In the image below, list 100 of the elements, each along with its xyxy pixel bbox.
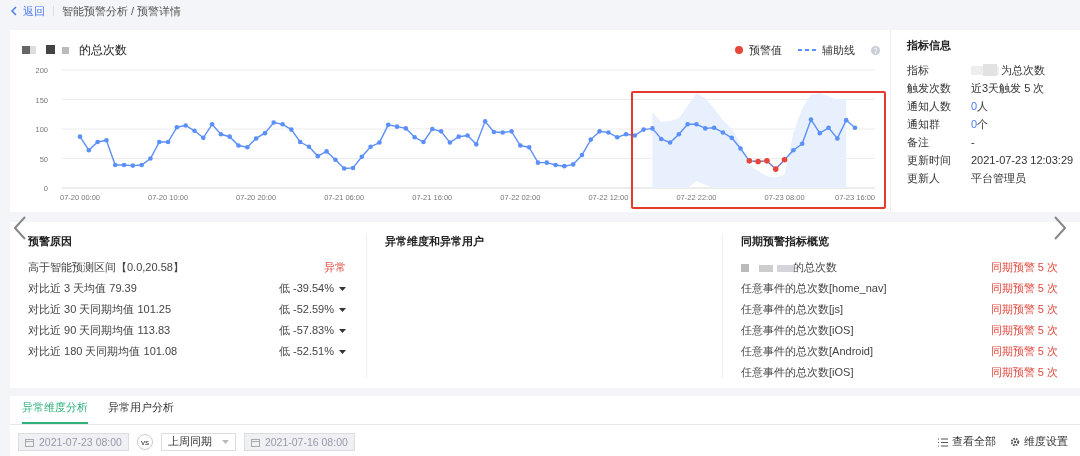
chevron-right-icon[interactable] — [1054, 216, 1066, 240]
data-point — [192, 128, 197, 134]
data-point — [791, 147, 796, 153]
legend-label: 预警值 — [749, 42, 782, 58]
data-point — [632, 133, 638, 138]
data-point — [341, 166, 347, 171]
data-point — [324, 149, 329, 154]
info-value: 平台管理员 — [971, 170, 1026, 186]
data-point — [306, 144, 312, 149]
data-point — [77, 134, 83, 139]
breadcrumb: 智能预警分析 / 预警详情 — [62, 3, 182, 19]
data-point — [368, 144, 373, 149]
data-point — [350, 165, 356, 171]
info-value: 2021-07-23 12:03:29 — [971, 154, 1074, 166]
data-point — [236, 143, 241, 148]
data-point — [685, 122, 690, 127]
metric-name: 任意事件的总次数[iOS] — [741, 323, 854, 338]
warning-count: 同期预警 5 次 — [990, 281, 1058, 296]
data-point — [535, 160, 541, 165]
data-point — [835, 136, 840, 141]
warning-count: 同期预警 5 次 — [990, 344, 1058, 359]
warning-point — [781, 156, 788, 163]
alert-status: 异常 — [324, 260, 346, 275]
caret-down-icon — [339, 307, 346, 312]
section-title: 同期预警指标概览 — [741, 234, 830, 249]
data-point — [165, 139, 171, 145]
data-point — [729, 135, 734, 141]
tab[interactable]: 异常维度分析 — [22, 400, 88, 424]
data-point — [500, 130, 506, 135]
data-point — [799, 141, 805, 147]
data-point — [650, 126, 655, 131]
data-point — [130, 163, 136, 168]
data-point — [738, 146, 743, 151]
calendar-icon — [25, 437, 34, 447]
change-value: 低 -52.59% — [278, 302, 334, 317]
metric-name: 任意事件的总次数[iOS] — [741, 365, 854, 380]
warning-point — [755, 158, 761, 165]
gear-icon — [1010, 437, 1020, 447]
data-point — [526, 145, 532, 150]
data-point — [843, 117, 849, 123]
data-point — [553, 162, 558, 168]
back-link[interactable]: 返回 — [10, 3, 45, 19]
data-point — [623, 132, 629, 137]
data-point — [174, 124, 180, 130]
data-point — [509, 129, 514, 134]
metric-name: 任意事件的总次数[Android] — [741, 344, 874, 359]
warning-count: 同期预警 5 次 — [990, 365, 1058, 380]
data-point — [209, 122, 215, 127]
data-point — [852, 125, 858, 131]
unit-text: 个 — [977, 116, 989, 132]
info-label: 更新时间 — [907, 152, 952, 168]
change-value: 低 -52.51% — [278, 344, 334, 359]
info-value: - — [971, 136, 975, 148]
data-point — [148, 156, 153, 161]
toolbar-link[interactable]: 查看全部 — [938, 435, 996, 449]
metric-name: 的总次数 — [793, 260, 837, 275]
data-point — [641, 127, 646, 132]
info-label: 通知人数 — [907, 98, 952, 114]
warning-point — [746, 158, 753, 164]
chevron-left-icon[interactable] — [14, 216, 26, 240]
data-point — [482, 119, 488, 124]
info-label: 触发次数 — [907, 80, 952, 96]
caret-down-icon — [339, 286, 346, 291]
data-point — [720, 130, 726, 135]
reason-text: 对比近 90 天同期均值 113.83 — [28, 323, 171, 338]
data-point — [280, 122, 285, 127]
data-point — [429, 126, 435, 132]
data-point — [245, 145, 250, 150]
data-point — [694, 122, 699, 127]
data-point — [227, 134, 232, 139]
tab[interactable]: 异常用户分析 — [108, 400, 174, 424]
info-title: 指标信息 — [907, 38, 952, 53]
count-link[interactable]: 0 — [971, 100, 978, 112]
caret-down-icon — [339, 349, 346, 354]
data-point — [253, 136, 259, 141]
warning-count: 同期预警 5 次 — [990, 323, 1058, 338]
warning-point — [764, 158, 770, 164]
reason-text: 对比近 3 天均值 79.39 — [28, 281, 137, 296]
data-point — [315, 153, 321, 159]
data-point — [218, 132, 224, 137]
data-point — [271, 120, 277, 125]
count-link[interactable]: 0 — [971, 118, 978, 130]
data-point — [104, 137, 109, 143]
change-value: 低 -39.54% — [278, 281, 334, 296]
legend-label: 辅助线 — [822, 42, 855, 58]
caret-down-icon — [221, 440, 229, 444]
data-point — [183, 123, 188, 128]
toolbar-link[interactable]: 维度设置 — [1010, 435, 1068, 449]
info-label: 更新人 — [907, 170, 941, 186]
info-value: 近3天触发 5 次 — [971, 80, 1045, 96]
data-point — [139, 162, 144, 168]
data-point — [703, 126, 708, 131]
data-point — [121, 162, 127, 168]
compare-select[interactable]: 上周同期 — [160, 433, 236, 451]
data-point — [676, 132, 682, 137]
data-point — [95, 139, 100, 145]
redaction-drawing — [741, 262, 793, 273]
data-point — [667, 140, 673, 145]
data-point — [297, 139, 303, 145]
info-label: 通知群 — [907, 116, 941, 132]
